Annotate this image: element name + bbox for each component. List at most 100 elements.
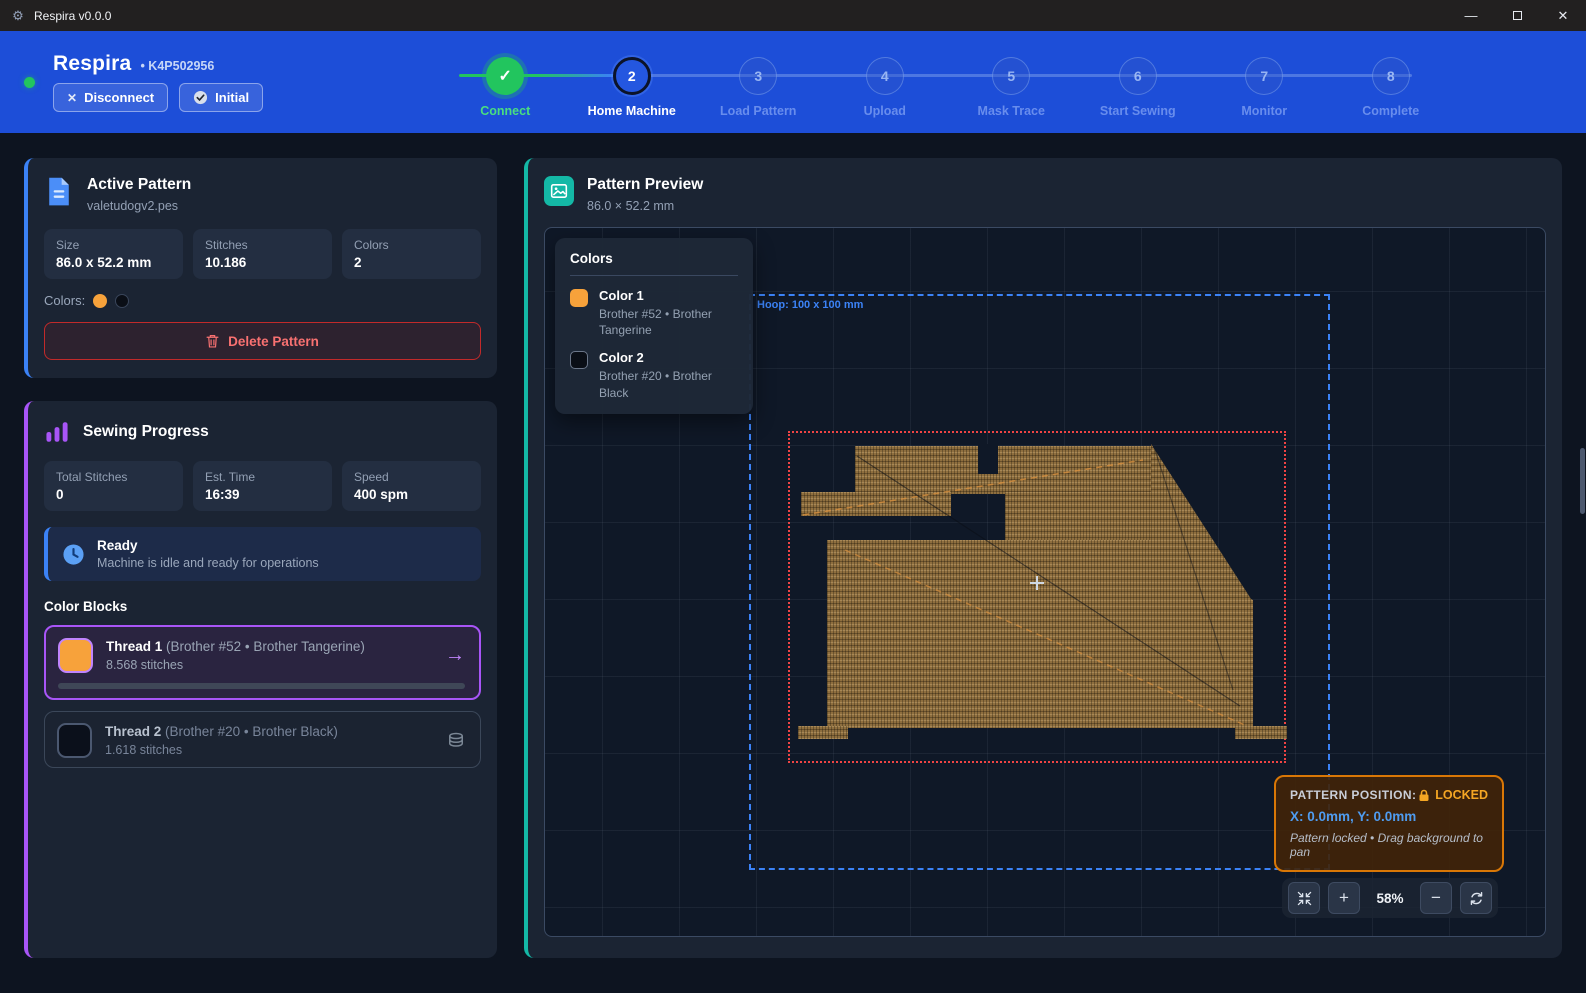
stat-value: 86.0 x 52.2 mm bbox=[56, 255, 171, 270]
thread-detail: (Brother #20 • Brother Black) bbox=[165, 724, 338, 739]
stat-colors: Colors 2 bbox=[342, 229, 481, 279]
preview-canvas[interactable]: Hoop: 100 x 100 mm bbox=[544, 227, 1546, 937]
step-number: 4 bbox=[881, 68, 889, 84]
stat-value: 0 bbox=[56, 487, 171, 502]
stepper-step-mask-trace[interactable]: 5 Mask Trace bbox=[948, 57, 1075, 118]
thread-detail: (Brother #52 • Brother Tangerine) bbox=[166, 639, 365, 654]
fit-view-icon bbox=[1297, 891, 1312, 906]
zoom-level: 58% bbox=[1368, 891, 1412, 906]
stepper-step-monitor[interactable]: 7 Monitor bbox=[1201, 57, 1328, 118]
workflow-stepper: ✓ Connect 2 Home Machine 3 Load Pattern … bbox=[442, 47, 1454, 118]
active-pattern-card: Active Pattern valetudogv2.pes Size 86.0… bbox=[24, 158, 497, 378]
sewing-progress-title: Sewing Progress bbox=[83, 423, 209, 441]
zoom-out-button[interactable]: − bbox=[1420, 882, 1452, 914]
arrow-right-icon: → bbox=[445, 644, 465, 667]
refresh-icon bbox=[1469, 891, 1484, 906]
sewing-progress-card: Sewing Progress Total Stitches 0 Est. Ti… bbox=[24, 401, 497, 958]
delete-pattern-label: Delete Pattern bbox=[228, 334, 319, 349]
clock-icon bbox=[62, 543, 85, 566]
app-gear-icon: ⚙ bbox=[10, 8, 26, 24]
connection-status-dot bbox=[24, 77, 35, 88]
step-label: Load Pattern bbox=[720, 104, 796, 118]
maximize-button[interactable] bbox=[1494, 0, 1540, 31]
step-number: 3 bbox=[754, 68, 762, 84]
machine-serial: • K4P502956 bbox=[140, 59, 214, 73]
stepper-step-load-pattern[interactable]: 3 Load Pattern bbox=[695, 57, 822, 118]
initial-label: Initial bbox=[215, 90, 249, 105]
minimize-icon: — bbox=[1465, 8, 1478, 23]
color-blocks-label: Color Blocks bbox=[44, 599, 481, 614]
zoom-in-button[interactable]: + bbox=[1328, 882, 1360, 914]
step-number: 2 bbox=[628, 68, 636, 84]
titlebar: ⚙ Respira v0.0.0 — ✕ bbox=[0, 0, 1586, 31]
reset-view-button[interactable] bbox=[1460, 882, 1492, 914]
stepper-step-upload[interactable]: 4 Upload bbox=[822, 57, 949, 118]
stepper-step-start-sewing[interactable]: 6 Start Sewing bbox=[1075, 57, 1202, 118]
position-coordinates: X: 0.0mm, Y: 0.0mm bbox=[1290, 809, 1488, 824]
pattern-preview-card: Pattern Preview 86.0 × 52.2 mm Hoop: 100… bbox=[524, 158, 1562, 958]
fit-view-button[interactable] bbox=[1288, 882, 1320, 914]
delete-pattern-button[interactable]: Delete Pattern bbox=[44, 322, 481, 360]
thread-1-row[interactable]: Thread 1 (Brother #52 • Brother Tangerin… bbox=[44, 625, 481, 700]
step-number: 6 bbox=[1134, 68, 1142, 84]
position-hint: Pattern locked • Drag background to pan bbox=[1290, 831, 1488, 859]
stat-label: Size bbox=[56, 238, 171, 252]
pattern-position-overlay: PATTERN POSITION: LOCKED X: 0.0mm, Y: 0.… bbox=[1274, 775, 1504, 872]
step-label: Monitor bbox=[1241, 104, 1287, 118]
image-icon bbox=[544, 176, 574, 206]
stat-size: Size 86.0 x 52.2 mm bbox=[44, 229, 183, 279]
close-icon: ✕ bbox=[1558, 8, 1569, 24]
color-swatch-black bbox=[115, 294, 129, 308]
stepper-step-complete[interactable]: 8 Complete bbox=[1328, 57, 1455, 118]
legend-item-color-1: Color 1 Brother #52 • Brother Tangerine bbox=[570, 288, 738, 338]
stat-value: 400 spm bbox=[354, 487, 469, 502]
status-title: Ready bbox=[97, 538, 319, 553]
machine-status-banner: Ready Machine is idle and ready for oper… bbox=[44, 527, 481, 581]
stat-value: 16:39 bbox=[205, 487, 320, 502]
lock-icon bbox=[1418, 789, 1430, 802]
position-title: PATTERN POSITION: bbox=[1290, 788, 1416, 802]
stat-est-time: Est. Time 16:39 bbox=[193, 461, 332, 511]
thread-2-swatch bbox=[57, 723, 92, 758]
legend-color-name: Color 1 bbox=[599, 288, 738, 303]
stat-speed: Speed 400 spm bbox=[342, 461, 481, 511]
thread-stitch-count: 1.618 stitches bbox=[105, 743, 433, 757]
legend-swatch-orange bbox=[570, 289, 588, 307]
disconnect-button[interactable]: ✕ Disconnect bbox=[53, 83, 168, 112]
brand-name: Respira bbox=[53, 52, 131, 76]
step-label: Complete bbox=[1362, 104, 1419, 118]
disconnect-label: Disconnect bbox=[84, 90, 154, 105]
thread-name: Thread 2 bbox=[105, 724, 161, 739]
step-label: Upload bbox=[864, 104, 906, 118]
thread-2-row[interactable]: Thread 2 (Brother #20 • Brother Black) 1… bbox=[44, 711, 481, 768]
hoop-center-crosshair bbox=[1030, 576, 1044, 590]
initial-button[interactable]: Initial bbox=[179, 83, 263, 112]
step-label: Mask Trace bbox=[978, 104, 1045, 118]
layers-icon bbox=[446, 731, 466, 751]
step-number: 8 bbox=[1387, 68, 1395, 84]
thread-name: Thread 1 bbox=[106, 639, 162, 654]
zoom-toolbar: + 58% − bbox=[1282, 878, 1498, 918]
colors-legend: Colors Color 1 Brother #52 • Brother Tan… bbox=[555, 238, 753, 414]
minimize-button[interactable]: — bbox=[1448, 0, 1494, 31]
stat-value: 2 bbox=[354, 255, 469, 270]
stat-stitches: Stitches 10.186 bbox=[193, 229, 332, 279]
legend-title: Colors bbox=[570, 251, 738, 276]
step-label: Home Machine bbox=[588, 104, 676, 118]
pattern-filename: valetudogv2.pes bbox=[87, 199, 191, 213]
document-icon bbox=[44, 176, 74, 208]
stepper-step-home-machine[interactable]: 2 Home Machine bbox=[569, 57, 696, 118]
app-header: Respira • K4P502956 ✕ Disconnect Initial bbox=[0, 31, 1586, 133]
stat-label: Speed bbox=[354, 470, 469, 484]
step-check-icon: ✓ bbox=[499, 66, 512, 86]
legend-color-name: Color 2 bbox=[599, 350, 738, 365]
close-button[interactable]: ✕ bbox=[1540, 0, 1586, 31]
step-number: 5 bbox=[1007, 68, 1015, 84]
main-content: Active Pattern valetudogv2.pes Size 86.0… bbox=[0, 133, 1586, 993]
legend-color-desc: Brother #52 • Brother Tangerine bbox=[599, 306, 738, 338]
stepper-step-connect[interactable]: ✓ Connect bbox=[442, 57, 569, 118]
legend-color-desc: Brother #20 • Brother Black bbox=[599, 368, 738, 400]
window-scrollbar-thumb[interactable] bbox=[1580, 448, 1585, 514]
stat-value: 10.186 bbox=[205, 255, 320, 270]
pattern-preview-title: Pattern Preview bbox=[587, 176, 703, 194]
